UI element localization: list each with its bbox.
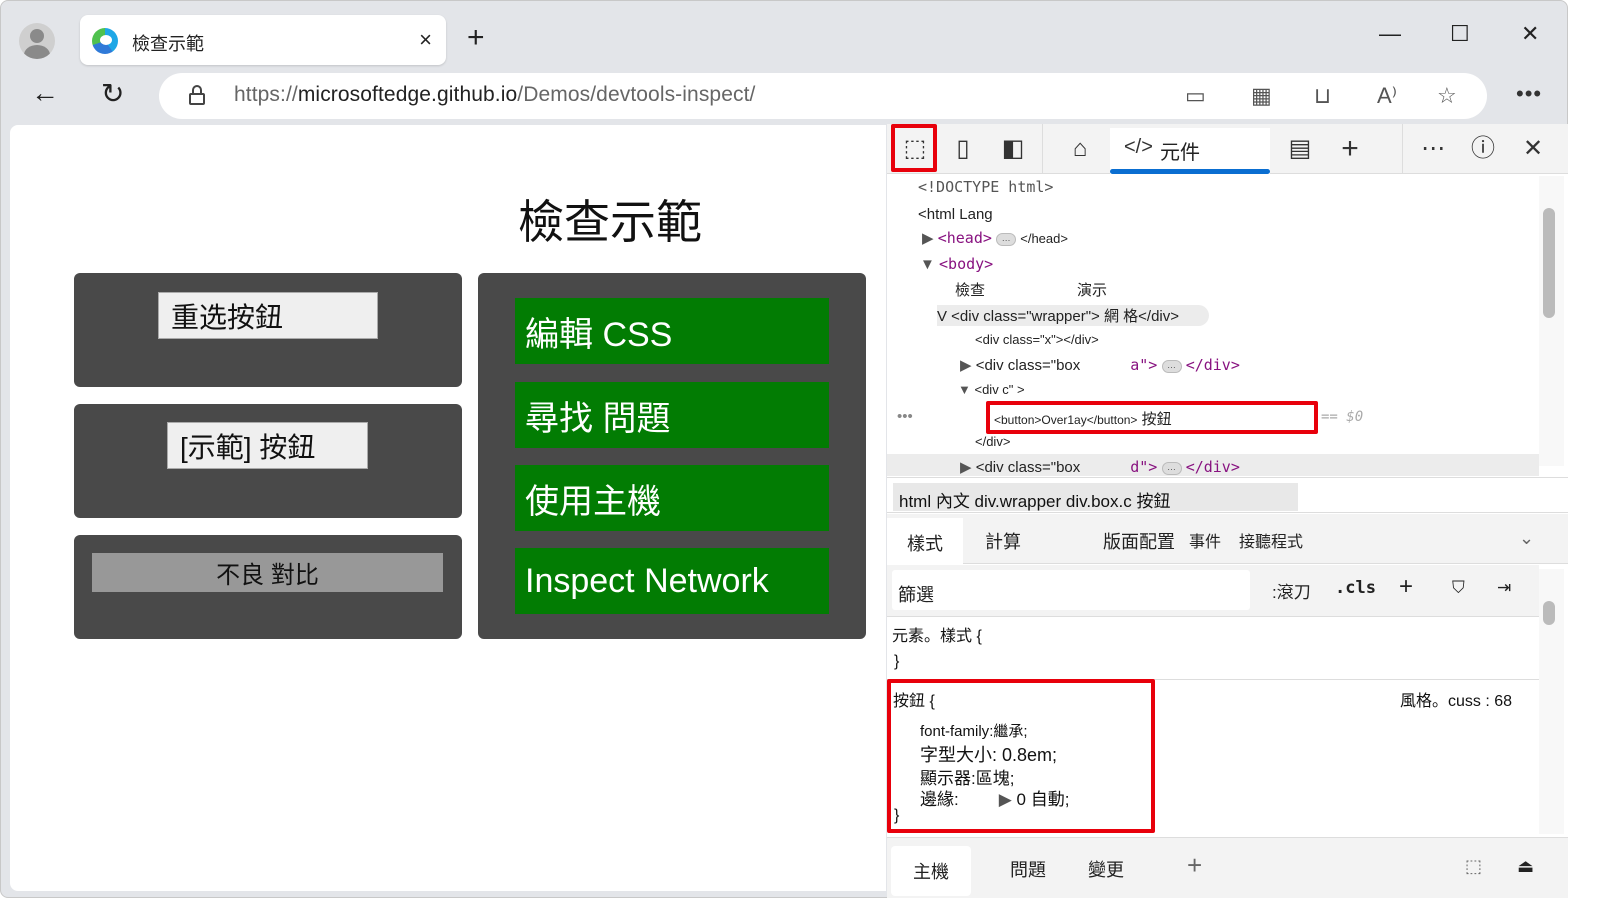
html-node[interactable]: <html Lang [918,206,993,223]
styles-scrollbar[interactable] [1539,569,1564,834]
dock-drawer-icon[interactable]: ⬚ [1465,856,1482,877]
browser-tab[interactable]: 檢查示範 × [80,15,446,65]
tab-listeners[interactable]: 接聽程式 [1239,528,1303,552]
box-a-node[interactable]: ▶ <div class="box a"> … </div> [960,356,1240,374]
collections-icon[interactable]: ▦ [1251,83,1272,109]
add-tab-icon[interactable]: + [1334,134,1366,164]
doctype-node[interactable]: <!DOCTYPE html> [918,178,1053,196]
new-tab-button[interactable]: + [467,21,485,55]
tab-issues[interactable]: 問題 [1010,856,1046,882]
read-aloud-icon[interactable]: A⁾ [1377,83,1397,109]
reset-button[interactable]: 重选按鈕 [158,292,378,339]
inspect-network-button[interactable]: Inspect Network [515,548,829,614]
body-node[interactable]: ▼ <body> [920,255,993,273]
edit-css-button[interactable]: 編輯 CSS [515,298,829,364]
minimize-button[interactable]: — [1379,21,1401,47]
div-close-node[interactable]: </div> [975,434,1010,449]
tab-computed[interactable]: 計算 [985,528,1021,554]
text-node-demo[interactable]: 演示 [1077,279,1107,300]
help-icon[interactable]: ⓘ [1467,134,1499,164]
profile-avatar[interactable] [19,23,55,59]
page-heading: 檢查示範 [518,195,702,249]
rule-highlight-box [887,679,1155,833]
url-text[interactable]: https://microsoftedge.github.io/Demos/de… [234,83,755,107]
devtools-toolbar: ⬚ ▯ ◧ ⌂ </> 元件 ▤ + ⋯ ⓘ ✕ [887,124,1568,174]
drawer-tabs: 主機 問題 變更 + ⬚ ⏏ [887,837,1568,898]
head-node[interactable]: ▶ <head> … </head> [922,229,1068,247]
title-bar: 檢查示範 × + — ☐ ✕ [1,1,1567,73]
tab-elements[interactable]: </> 元件 [1110,128,1270,174]
selected-ref: == $0 [1321,409,1364,425]
box-c-node[interactable]: ▼ <div c" > [958,382,1025,397]
tab-changes[interactable]: 變更 [1088,856,1124,882]
tab-layout[interactable]: 版面配置 [1103,528,1175,554]
dom-tree: <!DOCTYPE html> <html Lang ▶ <head> … </… [887,174,1539,476]
use-console-button[interactable]: 使用主機 [515,465,829,531]
find-issues-button[interactable]: 尋找 問題 [515,382,829,448]
demo-button[interactable]: [示範] 按鈕 [167,422,368,469]
chevron-down-icon[interactable]: ⌄ [1519,528,1534,549]
filter-input[interactable]: 篩選 [892,570,1250,610]
device-emulation-icon[interactable]: ▯ [947,134,979,164]
tab-title: 檢查示範 [132,34,204,54]
address-row: ← ↻ https://microsoftedge.github.io/Demo… [1,73,1567,123]
favorite-icon[interactable]: ☆ [1437,83,1457,109]
close-window-button[interactable]: ✕ [1521,21,1539,47]
device-icon[interactable]: ▭ [1185,83,1206,109]
collapse-drawer-icon[interactable]: ⏏ [1517,856,1534,877]
drawer-add-icon[interactable]: + [1187,850,1202,881]
div-x-node[interactable]: <div class="x"></div> [975,332,1099,347]
poor-contrast-button[interactable]: 不良 對比 [92,553,443,592]
dom-scrollbar[interactable] [1539,176,1564,466]
element-style-selector[interactable]: 元素。樣式 { [892,622,982,646]
refresh-button[interactable]: ↻ [101,77,124,110]
styles-tabs: 樣式 計算 版面配置 事件 接聽程式 ⌄ [887,514,1568,564]
toggle-sidebar-icon[interactable]: ⇥ [1497,578,1511,598]
wrapper-node[interactable]: V <div class="wrapper"> 網 格</div> [937,305,1210,326]
edge-logo-icon [92,28,118,54]
maximize-button[interactable]: ☐ [1450,21,1470,47]
lock-icon[interactable] [189,85,205,105]
selected-highlight-box [986,401,1318,434]
back-button[interactable]: ← [31,77,59,109]
address-bar[interactable]: https://microsoftedge.github.io/Demos/de… [159,73,1487,119]
tab-console[interactable]: 主機 [891,846,971,896]
text-node-inspect[interactable]: 檢查 [955,279,985,300]
breadcrumb: html 內文 div.wrapper div.box.c 按鈕 [887,477,1568,513]
paint-brush-icon[interactable]: ⛉ [1452,578,1465,598]
devtools-panel: ⬚ ▯ ◧ ⌂ </> 元件 ▤ + ⋯ ⓘ ✕ <!DOCTYPE html>… [887,124,1568,898]
dock-icon[interactable]: ◧ [997,134,1029,164]
elements-icon: </> [1124,136,1153,158]
console-icon[interactable]: ▤ [1284,134,1316,164]
cls-toggle[interactable]: .cls [1335,578,1376,598]
highlight-box [891,124,937,172]
hov-toggle[interactable]: :滾刀 [1272,578,1311,603]
briefcase-icon[interactable]: ⊔ [1314,83,1331,109]
element-style-close: } [894,653,900,670]
home-icon[interactable]: ⌂ [1064,134,1096,164]
row-ellipsis[interactable]: ••• [897,408,913,425]
tab-event[interactable]: 事件 [1189,528,1221,552]
style-rules: 元素。樣式 { } 按鈕 { 風格。cuss : 68 font-family:… [887,617,1539,837]
filter-bar: 篩選 :滾刀 .cls + ⛉ ⇥ [887,565,1539,617]
new-rule-icon[interactable]: + [1399,573,1413,601]
settings-more-button[interactable]: ••• [1516,81,1542,107]
close-icon[interactable]: ✕ [1517,134,1549,164]
tab-close-icon[interactable]: × [419,27,432,53]
tab-styles[interactable]: 樣式 [887,518,963,564]
box-d-node[interactable]: ▶ <div class="box d"> … </div> [960,458,1240,476]
rule-source-link[interactable]: 風格。cuss : 68 [1400,687,1512,711]
more-icon[interactable]: ⋯ [1417,134,1449,164]
